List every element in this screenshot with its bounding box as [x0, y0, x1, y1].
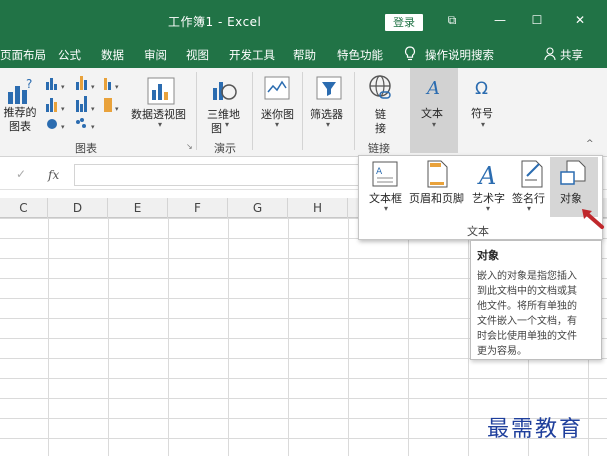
signature-line-icon[interactable]: [519, 160, 545, 188]
svg-text:▾: ▾: [91, 83, 95, 91]
recommended-charts-icon[interactable]: ?: [6, 78, 34, 106]
group-label-tours: 演示: [214, 142, 236, 155]
3d-map-label-2[interactable]: 图: [211, 120, 222, 136]
svg-text:▾: ▾: [91, 105, 95, 113]
tab-help[interactable]: 帮助: [293, 47, 316, 63]
omega-icon[interactable]: Ω: [472, 76, 494, 100]
tooltip-line: 嵌入的对象是指您插入: [477, 271, 577, 282]
symbol-label[interactable]: 符号: [471, 105, 493, 121]
ribbon-separator: [252, 72, 253, 150]
chevron-down-icon[interactable]: ▾: [326, 120, 330, 129]
recommended-charts-label[interactable]: 推荐的 图表: [0, 106, 40, 134]
ribbon-display-options-icon[interactable]: ⧉: [442, 12, 462, 28]
tooltip-line: 他文件。将所有单独的: [477, 301, 577, 312]
tab-formulas[interactable]: 公式: [58, 47, 81, 63]
minimize-icon[interactable]: —: [490, 12, 510, 28]
collapse-ribbon-icon[interactable]: ^: [586, 139, 594, 149]
ribbon-separator: [354, 72, 355, 150]
chevron-down-icon[interactable]: ▾: [384, 204, 388, 266]
ribbon-separator: [196, 72, 197, 150]
chart-types-icon[interactable]: ▾ ▾ ▾ ▾ ▾ ▾ ▾ ▾: [44, 74, 128, 134]
link-globe-icon[interactable]: [366, 74, 394, 102]
tab-view[interactable]: 视图: [186, 47, 209, 63]
tooltip-line: 时会比使用单独的文件: [477, 331, 577, 342]
column-header[interactable]: E: [108, 198, 168, 218]
svg-text:?: ?: [26, 78, 32, 91]
svg-text:A: A: [376, 167, 383, 177]
ribbon-tab-bar: 页面布局 公式 数据 审阅 视图 开发工具 帮助 特色功能 操作说明搜索 共享: [0, 40, 607, 68]
person-icon: [544, 47, 556, 61]
title-bar: 工作簿1 - Excel 登录 ⧉ — ☐ ✕: [0, 0, 607, 40]
maximize-icon[interactable]: ☐: [527, 12, 547, 28]
tab-data[interactable]: 数据: [101, 47, 124, 63]
ribbon-separator: [302, 72, 303, 150]
ribbon: ? 推荐的 图表 ▾ ▾ ▾ ▾ ▾ ▾ ▾ ▾ 数据透视图 ▾ 图表 ↘ 三维…: [0, 68, 607, 157]
svg-text:▾: ▾: [61, 105, 65, 113]
object-icon[interactable]: [559, 160, 587, 186]
svg-text:A: A: [425, 78, 440, 99]
svg-text:▾: ▾: [61, 123, 65, 131]
text-box-icon[interactable]: A: [371, 160, 399, 188]
object-tooltip: 对象 嵌入的对象是指您插入 到此文档中的文档或其 他文件。将所有单独的 文件嵌入…: [470, 240, 602, 360]
close-icon[interactable]: ✕: [570, 12, 590, 28]
svg-text:Ω: Ω: [475, 79, 488, 99]
text-dropdown-panel: A 文本框 ▾ 页眉和页脚 A 艺术字 ▾ 签名行 ▾ 对象 文本: [358, 155, 603, 240]
pointer-arrow-icon: [582, 209, 604, 229]
column-header[interactable]: F: [168, 198, 228, 218]
group-label-links: 链接: [368, 142, 390, 155]
tell-me-search[interactable]: 操作说明搜索: [425, 47, 494, 63]
chevron-down-icon[interactable]: ▾: [275, 120, 279, 129]
tooltip-line: 更为容易。: [477, 346, 527, 357]
chevron-down-icon[interactable]: ▾: [225, 120, 229, 129]
column-header[interactable]: H: [288, 198, 348, 218]
pivot-chart-icon[interactable]: [146, 76, 176, 106]
sparkline-icon[interactable]: [264, 76, 290, 100]
link-label-2[interactable]: 接: [375, 120, 386, 136]
tab-developer[interactable]: 开发工具: [229, 47, 275, 63]
tab-special-features[interactable]: 特色功能: [337, 47, 383, 63]
window-title: 工作簿1 - Excel: [168, 15, 262, 29]
3d-map-icon[interactable]: [211, 76, 237, 102]
insert-function-icon[interactable]: fx: [48, 168, 59, 182]
group-label-charts: 图表: [75, 142, 97, 155]
text-label[interactable]: 文本: [421, 105, 443, 121]
dialog-launcher-icon[interactable]: ↘: [186, 142, 193, 151]
enter-check-icon[interactable]: ✓: [16, 167, 26, 181]
login-button[interactable]: 登录: [385, 14, 423, 31]
column-header[interactable]: C: [0, 198, 48, 218]
lightbulb-icon: [404, 46, 416, 61]
svg-text:A: A: [477, 162, 496, 188]
svg-text:▾: ▾: [115, 105, 119, 113]
tab-page-layout[interactable]: 页面布局: [0, 47, 46, 63]
panel-group-label: 文本: [467, 225, 489, 238]
svg-text:▾: ▾: [91, 123, 95, 131]
header-footer-button[interactable]: 页眉和页脚: [409, 190, 464, 252]
filter-icon[interactable]: [316, 76, 342, 100]
svg-text:▾: ▾: [61, 83, 65, 91]
svg-text:▾: ▾: [115, 83, 119, 91]
column-header[interactable]: G: [228, 198, 288, 218]
chevron-down-icon[interactable]: ▾: [481, 120, 485, 129]
wordart-icon[interactable]: A: [477, 160, 501, 188]
share-button[interactable]: 共享: [560, 47, 583, 63]
text-icon[interactable]: A: [422, 76, 444, 100]
tooltip-line: 到此文档中的文档或其: [477, 286, 577, 297]
watermark: 最需教育: [487, 417, 584, 442]
tooltip-title: 对象: [477, 249, 499, 262]
chevron-down-icon[interactable]: ▾: [432, 120, 436, 129]
header-footer-icon[interactable]: [425, 160, 449, 188]
chevron-down-icon[interactable]: ▾: [158, 120, 162, 129]
tooltip-line: 文件嵌入一个文档，有: [477, 316, 577, 327]
tab-review[interactable]: 审阅: [144, 47, 167, 63]
column-header[interactable]: D: [48, 198, 108, 218]
